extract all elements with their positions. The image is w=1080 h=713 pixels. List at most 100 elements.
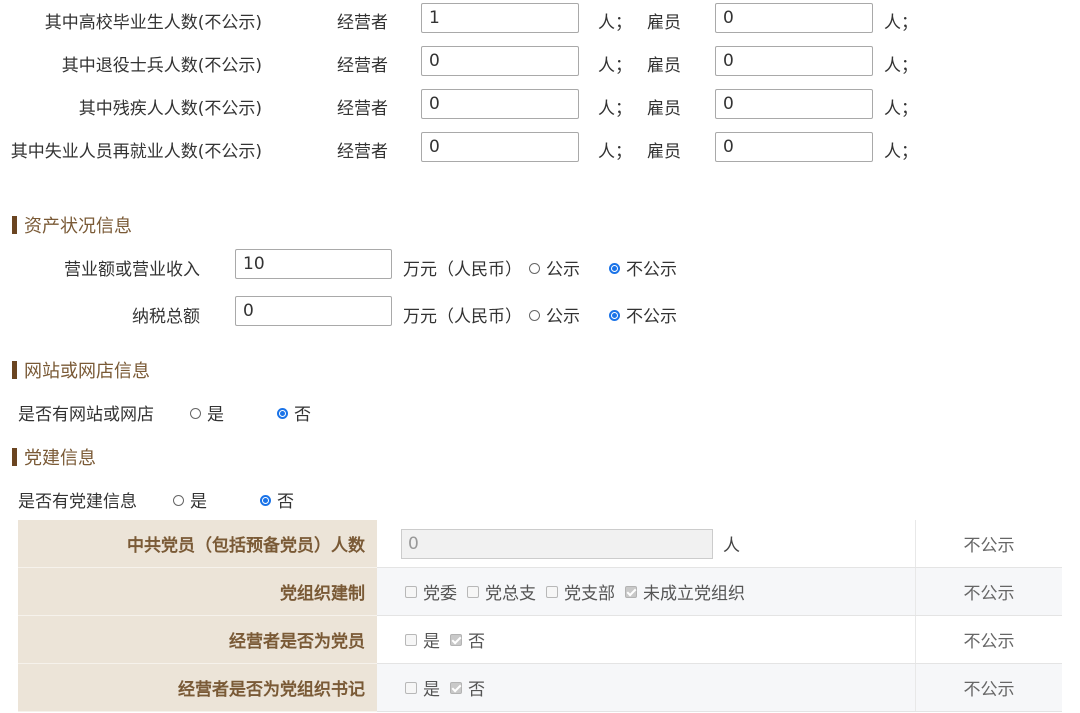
radio-icon [529,309,540,321]
checkbox-checked-icon [450,634,462,646]
public-radio-label: 公示 [546,260,580,280]
assets-section-header: 资产状况信息 [12,212,132,238]
employment-row-label: 其中退役士兵人数(不公示) [61,56,262,76]
employee-label: 雇员 [647,99,681,119]
checkbox-icon [405,586,417,598]
employment-row-label: 其中残疾人人数(不公示) [78,99,262,119]
website-yes-label: 是 [207,405,224,425]
org-option-branch[interactable]: 党支部 [546,579,615,604]
website-yes-radio[interactable]: 是 [190,400,224,425]
org-option-none[interactable]: 未成立党组织 [625,579,745,604]
operator-member-no[interactable]: 否 [450,627,485,652]
operator-count-input[interactable]: 0 [421,132,579,162]
org-option-party-committee[interactable]: 党委 [405,579,457,604]
not-public-text: 不公示 [915,520,1062,568]
assets-row-label: 营业额或营业收入 [64,260,200,280]
employee-count-input[interactable]: 0 [715,132,873,162]
operator-secretary-row: 经营者是否为党组织书记 是否 不公示 [18,663,1062,712]
radio-icon [190,407,201,419]
party-members-label: 中共党员（包括预备党员）人数 [18,520,377,568]
unit-label: 人； [884,142,918,162]
org-option-general-branch[interactable]: 党总支 [467,579,536,604]
radio-selected-icon [277,407,288,419]
operator-member-yes[interactable]: 是 [405,627,440,652]
checkbox-icon [405,634,417,646]
operator-secretary-yes[interactable]: 是 [405,675,440,700]
public-radio-label: 公示 [546,307,580,327]
radio-icon [529,262,540,274]
employee-label: 雇员 [647,142,681,162]
party-section-header: 党建信息 [12,444,96,470]
website-no-label: 否 [294,405,311,425]
operator-secretary-label: 经营者是否为党组织书记 [18,663,377,712]
not-public-text: 不公示 [915,567,1062,616]
operator-count-input[interactable]: 1 [421,3,579,33]
checkbox-checked-icon [450,682,462,694]
party-members-unit: 人 [723,536,740,556]
radio-selected-icon [609,262,620,274]
party-section-title: 党建信息 [24,448,96,469]
operator-member-label: 经营者是否为党员 [18,615,377,664]
party-org-row: 党组织建制 党委 党总支 党支部 未成立党组织 不公示 [18,567,1062,616]
operator-secretary-no[interactable]: 否 [450,675,485,700]
party-no-label: 否 [277,492,294,512]
employee-count-input[interactable]: 0 [715,3,873,33]
unit-label: 人； [884,56,918,76]
public-radio[interactable]: 公示 [529,255,580,280]
assets-amount-input[interactable]: 0 [235,296,392,326]
party-members-input[interactable]: 0 [401,528,713,559]
operator-count-input[interactable]: 0 [421,89,579,119]
employee-count-input[interactable]: 0 [715,89,873,119]
not-public-text: 不公示 [915,615,1062,664]
operator-label: 经营者 [337,142,388,162]
section-marker [12,448,17,466]
radio-selected-icon [260,494,271,506]
not-public-radio-label: 不公示 [626,260,677,280]
party-no-radio[interactable]: 否 [260,487,294,512]
unit-label: 人； [598,56,632,76]
section-marker [12,216,17,234]
party-info-table: 中共党员（包括预备党员）人数 0人 不公示 党组织建制 党委 党总支 党支部 未成立党… [18,520,1062,712]
currency-unit-label: 万元（人民币） [403,260,522,280]
employee-label: 雇员 [647,13,681,33]
checkbox-icon [546,586,558,598]
not-public-radio-label: 不公示 [626,307,677,327]
currency-unit-label: 万元（人民币） [403,307,522,327]
website-section-title: 网站或网店信息 [24,361,150,382]
website-question-label: 是否有网站或网店 [18,405,154,425]
not-public-text: 不公示 [915,663,1062,712]
radio-selected-icon [609,309,620,321]
assets-row-label: 纳税总额 [132,307,200,327]
unit-label: 人； [598,99,632,119]
employment-row-label: 其中高校毕业生人数(不公示) [44,13,262,33]
checkbox-icon [467,586,479,598]
not-public-radio[interactable]: 不公示 [609,255,677,280]
checkbox-icon [405,682,417,694]
unit-label: 人； [598,142,632,162]
assets-amount-input[interactable]: 10 [235,249,392,279]
unit-label: 人； [884,99,918,119]
assets-section-title: 资产状况信息 [24,216,132,237]
unit-label: 人； [884,13,918,33]
radio-icon [173,494,184,506]
party-yes-radio[interactable]: 是 [173,487,207,512]
employment-row-label: 其中失业人员再就业人数(不公示) [10,142,262,162]
party-question-label: 是否有党建信息 [18,492,137,512]
section-marker [12,361,17,379]
website-section-header: 网站或网店信息 [12,357,150,383]
party-members-row: 中共党员（包括预备党员）人数 0人 不公示 [18,520,1062,568]
website-no-radio[interactable]: 否 [277,400,311,425]
party-org-label: 党组织建制 [18,567,377,616]
operator-label: 经营者 [337,99,388,119]
employee-count-input[interactable]: 0 [715,46,873,76]
operator-count-input[interactable]: 0 [421,46,579,76]
public-radio[interactable]: 公示 [529,302,580,327]
operator-member-row: 经营者是否为党员 是否 不公示 [18,615,1062,664]
employee-label: 雇员 [647,56,681,76]
party-yes-label: 是 [190,492,207,512]
not-public-radio[interactable]: 不公示 [609,302,677,327]
unit-label: 人； [598,13,632,33]
checkbox-checked-icon [625,586,637,598]
operator-label: 经营者 [337,13,388,33]
operator-label: 经营者 [337,56,388,76]
